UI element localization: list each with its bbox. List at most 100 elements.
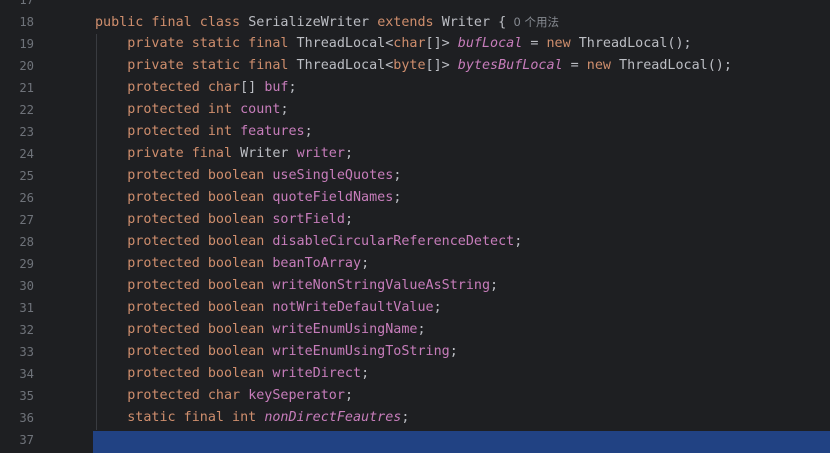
code-line[interactable]: 37	[0, 429, 830, 451]
code-text: private static final ThreadLocal<char[]>…	[95, 33, 692, 55]
code-token: []>	[425, 58, 458, 73]
code-token: writer	[296, 146, 345, 161]
code-token: Writer	[240, 146, 297, 161]
code-line[interactable]: 27 protected boolean sortField;	[0, 209, 830, 231]
code-token: new	[546, 36, 579, 51]
code-token: protected char	[95, 388, 249, 403]
code-token: byte	[393, 58, 426, 73]
usage-hint[interactable]: 0 个用法	[506, 15, 559, 29]
code-line[interactable]: 31 protected boolean notWriteDefaultValu…	[0, 297, 830, 319]
line-number: 21	[19, 81, 34, 95]
line-number: 27	[19, 213, 34, 227]
code-line[interactable]: 20 private static final ThreadLocal<byte…	[0, 55, 830, 77]
line-number: 36	[19, 411, 34, 425]
code-text: private static final ThreadLocal<byte[]>…	[95, 55, 732, 77]
code-token: char	[207, 80, 241, 95]
code-token: count	[240, 102, 281, 117]
code-line[interactable]: 22 protected int count;	[0, 99, 830, 121]
code-text: protected boolean disableCircularReferen…	[95, 231, 522, 253]
code-token: Writer {	[441, 15, 507, 30]
code-token: protected boolean	[95, 256, 273, 271]
code-token: private final	[95, 146, 241, 161]
code-token: notWriteDefaultValue	[272, 300, 434, 315]
code-line[interactable]: 17	[0, 0, 830, 11]
code-token: ;	[433, 300, 442, 315]
code-lines[interactable]: 17 18 public final class SerializeWriter e…	[0, 0, 830, 453]
code-token: quoteFieldNames	[272, 190, 394, 205]
code-token: buf	[264, 80, 289, 95]
code-token: ;	[417, 322, 426, 337]
code-token: sortField	[272, 212, 345, 227]
code-text: public final class SerializeWriter exten…	[95, 11, 559, 34]
code-token: private static final	[95, 36, 297, 51]
code-line[interactable]: 30 protected boolean writeNonStringValue…	[0, 275, 830, 297]
code-text: protected boolean writeDirect;	[95, 363, 369, 385]
code-token: new	[586, 58, 620, 73]
line-number: 25	[19, 169, 34, 183]
code-token: ;	[361, 366, 370, 381]
code-token: ;	[514, 234, 523, 249]
code-token: protected boolean	[95, 344, 273, 359]
code-token: protected int	[95, 124, 241, 139]
code-line[interactable]: 24 private final Writer writer;	[0, 143, 830, 165]
code-text: private final Writer writer;	[95, 143, 353, 165]
code-token: ;	[344, 212, 353, 227]
code-token: keySeperator	[248, 388, 345, 403]
code-token: protected boolean	[95, 212, 273, 227]
code-text: protected boolean writeEnumUsingName;	[95, 319, 426, 341]
line-number: 17	[19, 0, 34, 7]
code-token: protected boolean	[95, 190, 273, 205]
code-text: protected boolean notWriteDefaultValue;	[95, 297, 442, 319]
code-text: protected boolean writeEnumUsingToString…	[95, 341, 458, 363]
code-token: ThreadLocal<	[296, 36, 394, 51]
code-token: []>	[425, 36, 458, 51]
code-token: beanToArray	[272, 256, 362, 271]
line-number: 26	[19, 191, 34, 205]
code-line[interactable]: 29 protected boolean beanToArray;	[0, 253, 830, 275]
code-token: protected boolean	[95, 234, 273, 249]
code-token: ThreadLocal();	[578, 36, 692, 51]
code-line[interactable]: 23 protected int features;	[0, 121, 830, 143]
code-token: []	[240, 80, 265, 95]
code-line[interactable]: 19 private static final ThreadLocal<char…	[0, 33, 830, 55]
code-line[interactable]: 21 protected char[] buf;	[0, 77, 830, 99]
code-text: protected char[] buf;	[95, 77, 296, 99]
code-line[interactable]: 35 protected char keySeperator;	[0, 385, 830, 407]
code-token: ;	[490, 278, 499, 293]
code-text: protected boolean quoteFieldNames;	[95, 187, 401, 209]
code-line[interactable]: 28 protected boolean disableCircularRefe…	[0, 231, 830, 253]
code-token: protected boolean	[95, 168, 273, 183]
code-line[interactable]: 36 static final int nonDirectFeautres;	[0, 407, 830, 429]
line-number: 29	[19, 257, 34, 271]
code-token: static final int	[95, 410, 265, 425]
code-text: protected int features;	[95, 121, 312, 143]
code-token: protected boolean	[95, 300, 273, 315]
code-token: char	[393, 36, 426, 51]
code-token: ThreadLocal();	[619, 58, 732, 73]
line-number: 37	[19, 433, 34, 447]
code-line[interactable]: 34 protected boolean writeDirect;	[0, 363, 830, 385]
code-text: protected char keySeperator;	[95, 385, 353, 407]
code-line[interactable]: 26 protected boolean quoteFieldNames;	[0, 187, 830, 209]
code-token: nonDirectFeautres	[264, 410, 402, 425]
line-number: 22	[19, 103, 34, 117]
code-token: ;	[393, 168, 402, 183]
code-token: =	[522, 36, 547, 51]
code-text: protected boolean writeNonStringValueAsS…	[95, 275, 498, 297]
code-token: ;	[449, 344, 458, 359]
code-token: bytesBufLocal	[457, 58, 563, 73]
line-number: 28	[19, 235, 34, 249]
code-line[interactable]: 32 protected boolean writeEnumUsingName;	[0, 319, 830, 341]
code-token: ;	[393, 190, 402, 205]
code-token: public final class	[95, 15, 249, 30]
code-editor[interactable]: 17 18 public final class SerializeWriter e…	[0, 0, 830, 453]
code-line[interactable]: 18 public final class SerializeWriter ext…	[0, 11, 830, 33]
code-token: protected boolean	[95, 366, 273, 381]
code-token: =	[562, 58, 587, 73]
code-text: static final int nonDirectFeautres;	[95, 407, 409, 429]
code-token: useSingleQuotes	[272, 168, 394, 183]
code-token: disableCircularReferenceDetect	[272, 234, 515, 249]
code-line[interactable]: 33 protected boolean writeEnumUsingToStr…	[0, 341, 830, 363]
code-line[interactable]: 25 protected boolean useSingleQuotes;	[0, 165, 830, 187]
code-token: ThreadLocal<	[296, 58, 394, 73]
